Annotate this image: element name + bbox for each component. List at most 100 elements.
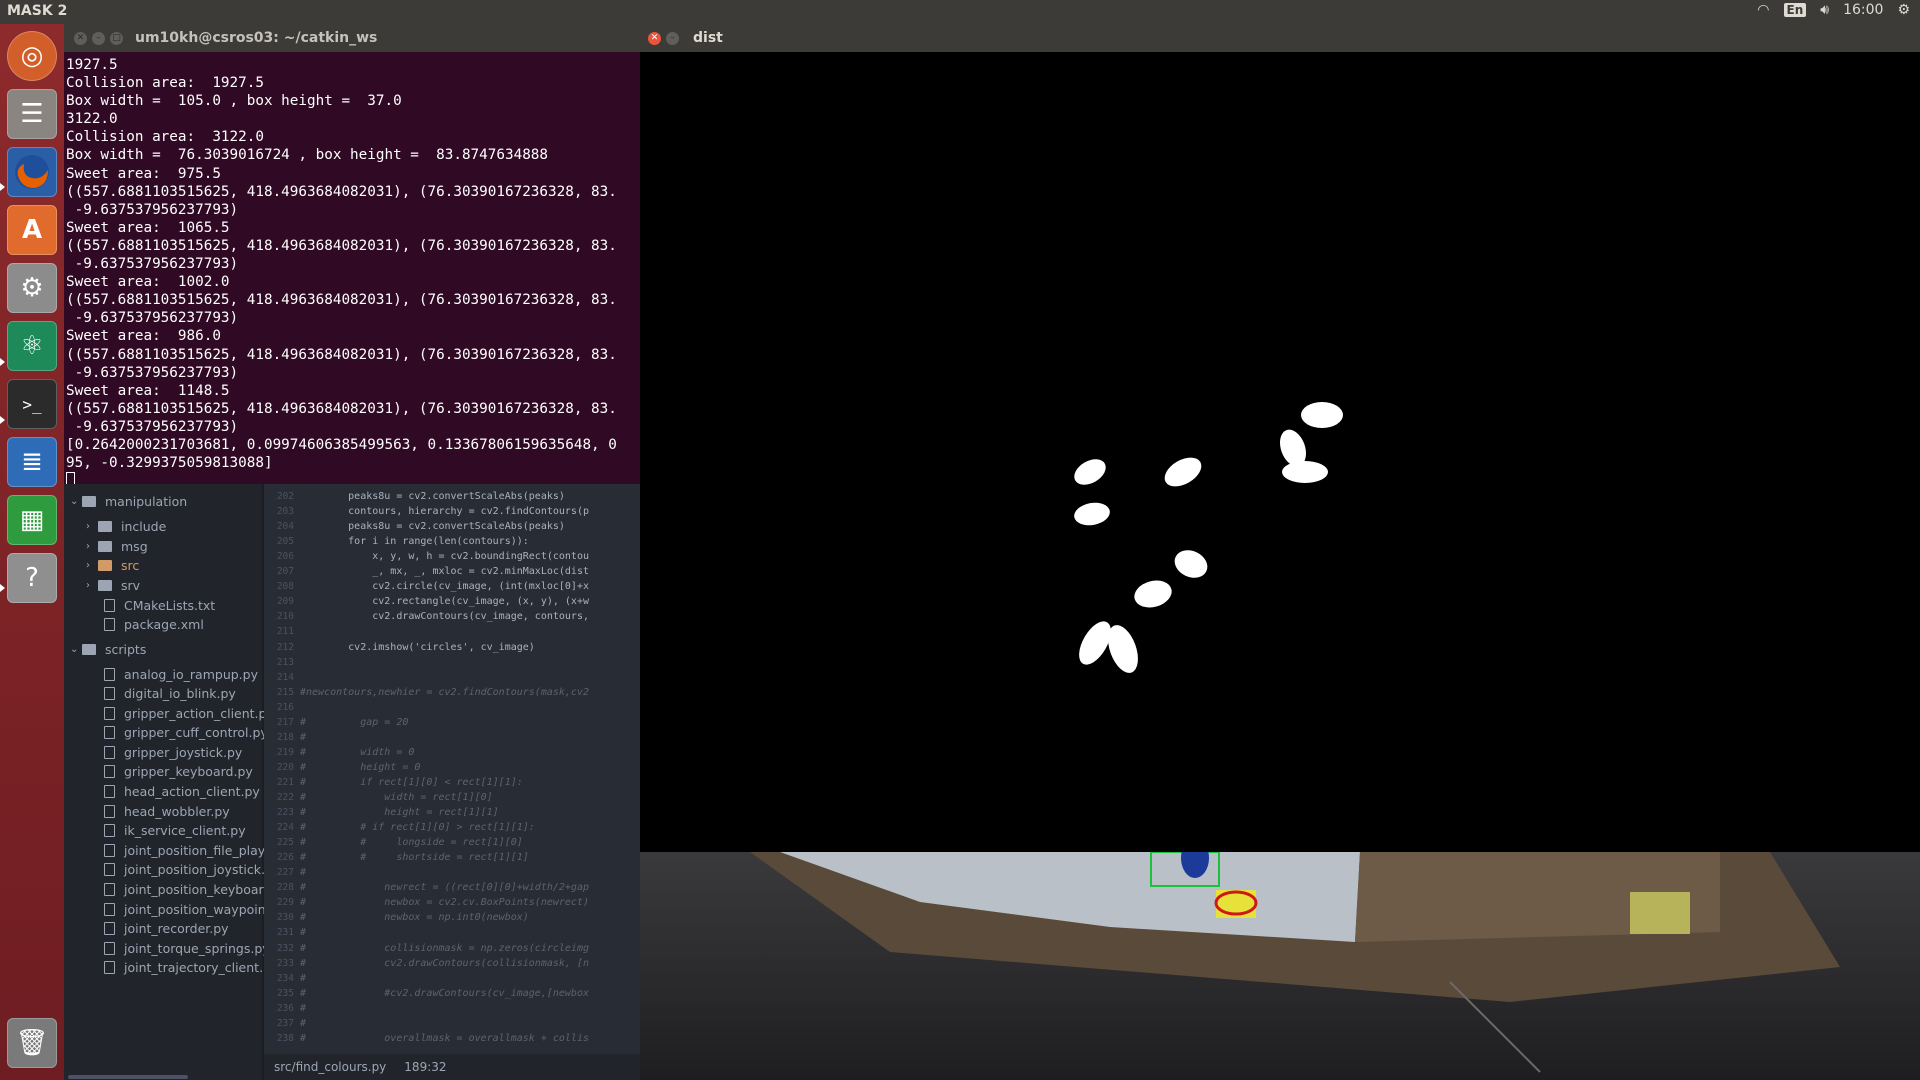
atom-icon[interactable]: ⚛ <box>7 321 57 371</box>
terminal-titlebar[interactable]: ✕ – □ um10kh@csros03: ~/catkin_ws <box>64 24 640 52</box>
chevron-down-icon[interactable]: ⌄ <box>70 496 82 507</box>
tree-file[interactable]: gripper_keyboard.py <box>104 761 253 781</box>
terminal-icon[interactable]: >_ <box>7 379 57 429</box>
tree-file[interactable]: gripper_action_client.py <box>104 703 274 723</box>
clock[interactable]: 16:00 <box>1843 2 1883 18</box>
code-line[interactable]: # collisionmask = np.zeros(circleimg <box>300 941 589 956</box>
calc-icon[interactable]: ▦ <box>7 495 57 545</box>
tree-folder[interactable]: ⌄ scripts <box>70 639 146 659</box>
chevron-down-icon[interactable]: ⌄ <box>70 644 82 655</box>
tree-file[interactable]: analog_io_rampup.py <box>104 664 258 684</box>
code-line[interactable]: # height = rect[1][1] <box>300 805 499 820</box>
tree-file[interactable]: gripper_cuff_control.py <box>104 722 268 742</box>
tree-file[interactable]: head_wobbler.py <box>104 801 230 821</box>
status-file-path[interactable]: src/find_colours.py <box>274 1060 386 1074</box>
tree-file[interactable]: joint_torque_springs.py <box>104 938 270 958</box>
dist-window[interactable]: ✕ – dist <box>640 24 1920 852</box>
code-line[interactable]: # <box>300 925 306 940</box>
code-line[interactable]: # <box>300 865 306 880</box>
code-line[interactable]: cv2.drawContours(cv_image, contours, <box>300 609 589 624</box>
code-line[interactable]: # # longside = rect[1][0] <box>300 835 523 850</box>
dist-titlebar[interactable]: ✕ – dist <box>640 24 1920 52</box>
code-line[interactable]: # overallmask = overallmask + collis <box>300 1031 589 1046</box>
tree-file[interactable]: joint_trajectory_client.p <box>104 957 271 977</box>
code-line[interactable]: for i in range(len(contours)): <box>300 534 529 549</box>
trash-icon[interactable]: 🗑︎ <box>7 1018 57 1068</box>
code-line[interactable]: # if rect[1][0] < rect[1][1]: <box>300 775 523 790</box>
code-line[interactable]: # <box>300 1016 306 1031</box>
distance-mask-image <box>640 52 1920 852</box>
tree-file[interactable]: joint_recorder.py <box>104 918 229 938</box>
firefox-icon[interactable] <box>7 147 57 197</box>
ubuntu-icon[interactable]: ◎ <box>7 31 57 81</box>
tree-folder[interactable]: › srv <box>86 575 140 595</box>
tree-file[interactable]: joint_position_file_playl <box>104 840 269 860</box>
code-line[interactable]: # <box>300 730 306 745</box>
terminal-output[interactable]: 1927.5 Collision area: 1927.5 Box width … <box>64 52 640 490</box>
code-line[interactable]: peaks8u = cv2.convertScaleAbs(peaks) <box>300 519 565 534</box>
volume-icon[interactable]: 🔊︎ <box>1820 2 1829 18</box>
terminal-line: Collision area: 1927.5 <box>66 75 264 92</box>
chevron-right-icon[interactable]: › <box>86 580 98 591</box>
maximize-icon[interactable]: □ <box>110 31 123 45</box>
writer-icon[interactable]: ≣ <box>7 437 57 487</box>
code-editor[interactable]: peaks8u = cv2.convertScaleAbs(peaks) con… <box>300 484 640 1054</box>
code-line[interactable]: # gap = 20 <box>300 715 408 730</box>
code-line[interactable]: # newbox = np.int0(newbox) <box>300 910 529 925</box>
code-line[interactable]: _, mx, _, mxloc = cv2.minMaxLoc(dist <box>300 564 589 579</box>
wifi-icon[interactable]: ◠ <box>1757 2 1769 18</box>
close-icon[interactable]: ✕ <box>648 31 661 45</box>
code-line[interactable]: # # shortside = rect[1][1] <box>300 850 529 865</box>
chevron-right-icon[interactable]: › <box>86 521 98 532</box>
terminal-line: -9.637537956237793) <box>74 310 239 327</box>
code-line[interactable]: # cv2.drawContours(collisionmask, [n <box>300 956 589 971</box>
chevron-right-icon[interactable]: › <box>86 541 98 552</box>
code-line[interactable]: # width = rect[1][0] <box>300 790 493 805</box>
project-tree[interactable]: ⌄ manipulation › include › msg › src › srv CMakeLi… <box>64 484 274 1080</box>
close-icon[interactable]: ✕ <box>74 31 87 45</box>
help-icon[interactable]: ? <box>7 553 57 603</box>
code-line[interactable]: # width = 0 <box>300 745 414 760</box>
tree-folder[interactable]: ⌄ manipulation <box>70 491 187 511</box>
code-line[interactable]: #newcontours,newhier = cv2.findContours(… <box>300 685 589 700</box>
terminal-window[interactable]: ✕ – □ um10kh@csros03: ~/catkin_ws 1927.5… <box>64 24 640 490</box>
chevron-right-icon[interactable]: › <box>86 560 98 571</box>
tree-file[interactable]: ik_service_client.py <box>104 820 246 840</box>
files-icon[interactable]: ☰ <box>7 89 57 139</box>
tree-file[interactable]: gripper_joystick.py <box>104 742 242 762</box>
minimize-icon[interactable]: – <box>92 31 105 45</box>
code-line[interactable]: # newrect = ((rect[0][0]+width/2+gap <box>300 880 589 895</box>
status-cursor-position[interactable]: 189:32 <box>404 1060 446 1074</box>
settings-icon[interactable]: ⚙ <box>7 263 57 313</box>
tree-scrollbar[interactable] <box>64 1074 262 1080</box>
code-line[interactable]: cv2.rectangle(cv_image, (x, y), (x+w <box>300 594 589 609</box>
tree-file[interactable]: joint_position_keyboarc <box>104 879 270 899</box>
code-line[interactable]: # #cv2.drawContours(cv_image,[newbox <box>300 986 589 1001</box>
tree-file[interactable]: digital_io_blink.py <box>104 683 236 703</box>
minimize-icon[interactable]: – <box>666 31 679 45</box>
code-line[interactable]: # newbox = cv2.cv.BoxPoints(newrect) <box>300 895 589 910</box>
line-number: 226 <box>276 852 294 864</box>
gear-icon[interactable]: ⚙ <box>1897 2 1910 18</box>
tree-item-label: digital_io_blink.py <box>124 685 236 701</box>
software-center-icon[interactable]: A <box>7 205 57 255</box>
code-line[interactable]: cv2.circle(cv_image, (int(mxloc[0]+x <box>300 579 589 594</box>
tree-file[interactable]: head_action_client.py <box>104 781 260 801</box>
tree-file[interactable]: CMakeLists.txt <box>104 595 215 615</box>
code-line[interactable]: contours, hierarchy = cv2.findContours(p <box>300 504 589 519</box>
tree-folder[interactable]: › include <box>86 516 166 536</box>
code-line[interactable]: # <box>300 1001 306 1016</box>
tree-file[interactable]: package.xml <box>104 614 204 634</box>
tree-file[interactable]: joint_position_waypoint <box>104 899 271 919</box>
code-line[interactable]: cv2.imshow('circles', cv_image) <box>300 640 535 655</box>
tree-folder[interactable]: › src <box>86 555 139 575</box>
keyboard-layout-indicator[interactable]: En <box>1783 3 1807 17</box>
code-line[interactable]: # # if rect[1][0] > rect[1][1]: <box>300 820 535 835</box>
tree-folder[interactable]: › msg <box>86 536 148 556</box>
code-line[interactable]: # <box>300 971 306 986</box>
code-line[interactable]: # height = 0 <box>300 760 420 775</box>
tree-file[interactable]: joint_position_joystick.p <box>104 859 273 879</box>
code-line[interactable]: x, y, w, h = cv2.boundingRect(contou <box>300 549 589 564</box>
code-line[interactable]: peaks8u = cv2.convertScaleAbs(peaks) <box>300 489 565 504</box>
scrollbar-thumb[interactable] <box>68 1075 188 1079</box>
